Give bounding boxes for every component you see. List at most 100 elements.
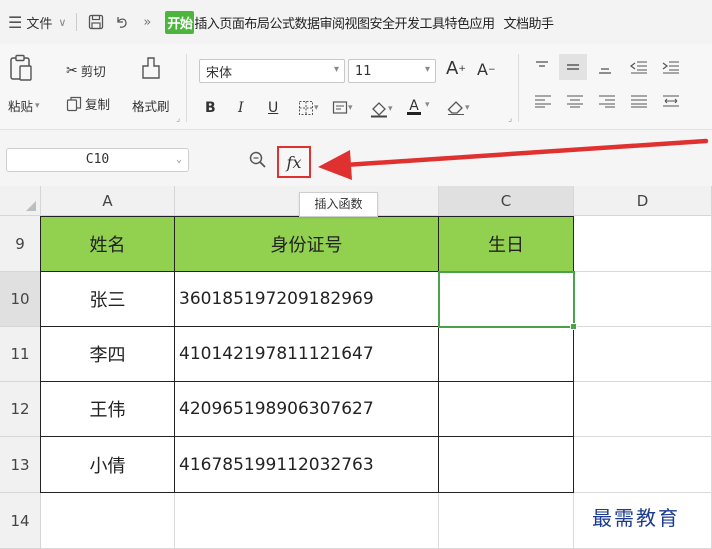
table-cell[interactable] [175,493,439,549]
column-header-c[interactable]: C [439,186,574,216]
align-center-button[interactable] [566,94,584,108]
file-menu[interactable]: 文件 [26,13,52,32]
active-cell-selection[interactable] [438,271,577,330]
row-header-10[interactable]: 10 [0,272,41,327]
cut-button[interactable]: ✂ 剪切 [66,61,106,80]
table-cell[interactable] [574,437,712,493]
column-header-d[interactable]: D [574,186,712,216]
row-header-11[interactable]: 11 [0,327,41,382]
row-header-9[interactable]: 9 [0,216,41,272]
font-size-select[interactable]: 11 ▾ [348,59,436,83]
tab-formulas[interactable]: 公式 [269,13,295,32]
align-top-button[interactable] [534,60,550,74]
distributed-align-icon [663,95,679,107]
tab-security[interactable]: 安全 [370,13,396,32]
header-cell-id-number[interactable]: 身份证号 [175,216,439,272]
italic-button[interactable]: I [238,100,244,116]
name-cell[interactable]: 李四 [40,327,175,382]
align-center-icon [567,95,583,108]
align-left-icon [535,95,551,108]
table-cell[interactable] [574,272,712,327]
font-color-button[interactable]: A [407,99,421,115]
fill-style-button[interactable]: ▾ [332,100,353,116]
justify-button[interactable] [630,94,648,108]
id-number-cell[interactable]: 410142197811121647 [175,327,439,382]
column-header-a[interactable]: A [41,186,175,216]
tab-special-apps[interactable]: 特色应用 [445,13,496,32]
clear-format-button[interactable]: ▾ [447,100,470,116]
copy-button[interactable]: 复制 [66,94,110,113]
font-size-value: 11 [355,63,372,79]
select-all-corner[interactable] [0,186,41,216]
tab-review[interactable]: 审阅 [319,13,345,32]
distributed-align-button[interactable] [662,94,680,108]
name-cell[interactable]: 王伟 [40,382,175,437]
increase-indent-button[interactable] [662,60,680,74]
table-cell[interactable] [439,493,574,549]
tab-developer[interactable]: 开发工具 [395,13,446,32]
paste-chevron-icon: ▾ [35,100,40,111]
birthday-cell[interactable] [439,437,574,493]
font-color-chevron-icon[interactable]: ▾ [425,100,430,110]
row-header-13[interactable]: 13 [0,437,41,493]
clipboard-group-corner-icon[interactable]: ⌟ [176,114,180,124]
decrease-indent-button[interactable] [630,60,648,74]
format-painter-button[interactable] [140,56,162,80]
bold-button[interactable]: B [205,100,216,116]
tab-doc-assistant[interactable]: 文档助手 [504,13,555,32]
font-name-chevron-icon: ▾ [333,64,339,75]
row-header-12[interactable]: 12 [0,382,41,437]
tab-view[interactable]: 视图 [344,13,370,32]
id-number-cell[interactable]: 416785199112032763 [175,437,439,493]
align-middle-button[interactable] [559,54,587,80]
header-cell-birthday[interactable]: 生日 [439,216,574,272]
more-chevron-icon[interactable]: » [143,15,151,30]
header-cell-name[interactable]: 姓名 [40,216,175,272]
id-number-cell[interactable]: 420965198906307627 [175,382,439,437]
tab-insert[interactable]: 插入 [194,13,220,32]
id-number-cell[interactable]: 360185197209182969 [175,272,439,327]
table-cell[interactable] [41,493,175,549]
align-right-button[interactable] [598,94,616,108]
file-chevron-down-icon[interactable]: ∨ [58,16,66,29]
paste-label-group[interactable]: 粘贴 ▾ [8,96,40,115]
fx-icon: fx [286,152,302,172]
tab-page-layout[interactable]: 页面布局 [219,13,270,32]
name-box-value: C10 [85,152,110,167]
font-name-value: 宋体 [206,65,233,81]
birthday-cell[interactable] [439,382,574,437]
save-icon[interactable] [87,13,105,31]
menu-hamburger-icon[interactable]: ☰ [8,13,22,32]
align-top-icon [536,61,548,67]
zoom-search-icon[interactable] [248,150,268,170]
spreadsheet-grid: A B C D 9 10 11 12 13 14 姓名 身份证号 生日 张三 3… [0,186,712,549]
table-cell[interactable] [574,216,712,272]
align-bottom-button[interactable] [598,61,612,75]
paint-bucket-icon [371,102,387,118]
tab-home[interactable]: 开始 [165,10,195,34]
tab-data[interactable]: 数据 [294,13,320,32]
birthday-cell[interactable] [439,327,574,382]
paste-button[interactable] [8,54,34,82]
row-header-14[interactable]: 14 [0,493,41,549]
paste-label: 粘贴 [8,99,34,114]
fill-color-button[interactable]: ▾ [370,100,393,118]
align-right-icon [599,95,615,108]
font-name-select[interactable]: 宋体 ▾ [199,59,345,83]
table-cell[interactable] [574,382,712,437]
name-cell[interactable]: 张三 [40,272,175,327]
font-group-corner-icon[interactable]: ⌟ [508,114,512,124]
menu-bar: ☰ 文件 ∨ » 开始 插入 页面布局 公式 数据 审阅 视图 安全 开发工具 … [0,0,712,44]
font-size-chevron-icon: ▾ [424,64,430,75]
table-cell[interactable] [574,327,712,382]
increase-font-icon[interactable]: A + [446,58,466,79]
undo-icon[interactable] [113,13,131,31]
name-cell[interactable]: 小倩 [40,437,175,493]
clear-format-chevron-icon: ▾ [465,103,470,113]
insert-function-button[interactable]: fx [277,146,311,178]
decrease-font-icon[interactable]: A − [477,60,496,79]
align-left-button[interactable] [534,94,552,108]
name-box[interactable]: C10 ⌄ [6,148,189,172]
underline-button[interactable]: U [268,100,278,116]
border-button[interactable]: ▾ [298,100,319,116]
